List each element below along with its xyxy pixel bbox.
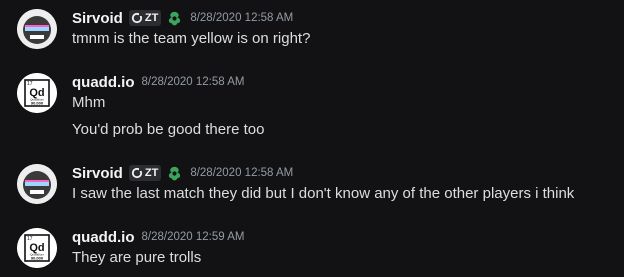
avatar[interactable] <box>17 164 57 204</box>
avatar-element-value: 90.000 <box>31 256 44 261</box>
message-text: tmnm is the team yellow is on right? <box>72 30 311 47</box>
message-text: They are pure trolls <box>72 249 202 266</box>
leaf-badge-icon[interactable] <box>166 165 183 182</box>
avatar-element-value: 90.000 <box>31 101 44 106</box>
timestamp: 8/28/2020 12:59 AM <box>141 231 245 243</box>
username[interactable]: Sirvoid <box>72 165 123 182</box>
timestamp: 8/28/2020 12:58 AM <box>190 12 294 24</box>
quaddium-element-avatar-icon: 17 Qd Quaddium 90.000 <box>17 228 57 268</box>
username[interactable]: quadd.io <box>72 229 135 246</box>
user-avatar-icon <box>17 164 57 204</box>
server-tag-label: ZT <box>144 167 159 179</box>
leaf-badge-icon[interactable] <box>166 10 183 27</box>
message-header: Sirvoid ZT 8/28/2020 12:58 AM <box>72 163 293 183</box>
ring-icon <box>131 12 142 24</box>
username[interactable]: Sirvoid <box>72 10 123 27</box>
message-text: I saw the last match they did but I don'… <box>72 185 575 202</box>
server-tag[interactable]: ZT <box>128 165 162 181</box>
message-text: Mhm <box>72 94 106 111</box>
message-header: quadd.io 8/28/2020 12:59 AM <box>72 227 244 247</box>
ring-icon <box>131 167 142 179</box>
avatar[interactable]: 17 Qd Quaddium 90.000 <box>17 228 57 268</box>
server-tag[interactable]: ZT <box>128 10 162 26</box>
timestamp: 8/28/2020 12:58 AM <box>141 76 245 88</box>
avatar[interactable] <box>17 9 57 49</box>
message-header: quadd.io 8/28/2020 12:58 AM <box>72 72 244 92</box>
message-header: Sirvoid ZT 8/28/2020 12:58 AM <box>72 8 293 28</box>
server-tag-label: ZT <box>144 12 159 24</box>
user-avatar-icon <box>17 9 57 49</box>
username[interactable]: quadd.io <box>72 74 135 91</box>
timestamp: 8/28/2020 12:58 AM <box>190 167 294 179</box>
quaddium-element-avatar-icon: 17 Qd Quaddium 90.000 <box>17 73 57 113</box>
avatar[interactable]: 17 Qd Quaddium 90.000 <box>17 73 57 113</box>
message-text: You'd prob be good there too <box>72 121 265 138</box>
